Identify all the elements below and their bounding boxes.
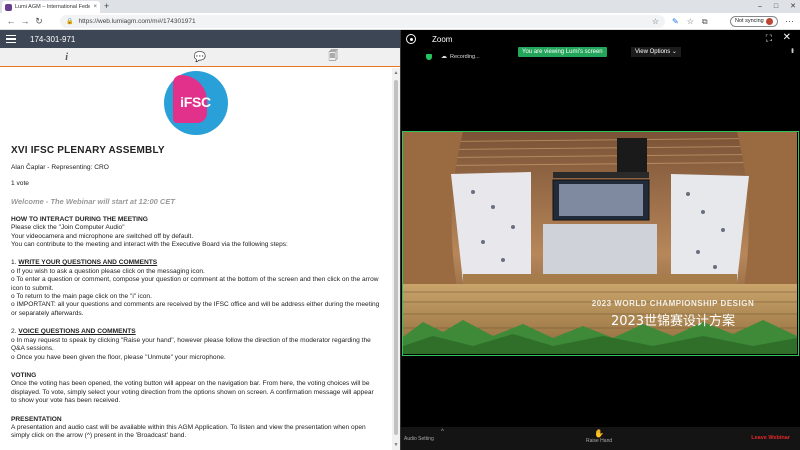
maximize-icon[interactable]: □	[774, 0, 778, 13]
raise-hand-button[interactable]: ✋ Raise Hand	[586, 429, 612, 444]
lock-icon: 🔒	[66, 19, 74, 25]
back-arrow-icon[interactable]: ←	[4, 16, 18, 26]
close-tab-icon[interactable]: ×	[93, 4, 97, 10]
documents-tab-icon[interactable]: 🗐	[267, 48, 400, 66]
minimize-icon[interactable]: –	[758, 0, 762, 13]
presentation-text: A presentation and audio cast will be av…	[11, 423, 366, 440]
broadcast-icon	[406, 34, 416, 44]
voting-heading: VOTING	[11, 371, 37, 379]
extension-icon[interactable]: ✎	[672, 15, 679, 28]
section-2-heading: 2. VOICE QUESTIONS AND COMMENTS	[11, 328, 380, 336]
new-tab-button[interactable]: +	[104, 0, 109, 13]
url-path: web.lumiagm.com/m#/174301971	[98, 18, 196, 25]
info-tab-icon[interactable]: i	[0, 48, 133, 66]
logo-text: iFSC	[180, 94, 211, 110]
zoom-title: Zoom	[432, 34, 453, 44]
voting-text: Once the voting has been opened, the vot…	[11, 380, 374, 405]
lumi-favicon-icon	[5, 3, 12, 11]
how-line: Your videocamera and microphone are swit…	[11, 232, 194, 240]
fullscreen-icon[interactable]: ⛶	[766, 33, 772, 44]
url-text: https://web.lumiagm.com/m#/174301971	[78, 18, 195, 25]
section-2-title: VOICE QUESTIONS AND COMMENTS	[18, 328, 136, 336]
zoom-footer: ^ Audio Setting ✋ Raise Hand Leave Webin…	[401, 427, 800, 450]
share-caption-english: 2023 WORLD CHAMPIONSHIP DESIGN	[592, 299, 754, 308]
ifsc-logo: iFSC	[163, 71, 228, 135]
scrollbar-thumb[interactable]	[394, 80, 398, 435]
star-bookmark-icon[interactable]: ☆	[652, 17, 659, 26]
how-line: You can contribute to the meeting and in…	[11, 241, 288, 249]
messaging-tab-icon[interactable]: 💬	[133, 48, 266, 66]
section-1-line: o If you wish to ask a question please c…	[11, 267, 205, 275]
profile-avatar-icon	[765, 18, 773, 25]
recording-label: Recording...	[450, 53, 480, 60]
section-1-line: o To return to the main page click on th…	[11, 293, 152, 301]
section-1-heading: 1. WRITE YOUR QUESTIONS AND COMMENTS	[11, 259, 380, 267]
close-window-icon[interactable]: ✕	[790, 0, 796, 13]
view-options-label: View Options	[635, 49, 671, 55]
raise-hand-label: Raise Hand	[586, 438, 613, 444]
user-representing: Alan Čaplar - Representing: CRO	[11, 164, 109, 171]
presentation-heading: PRESENTATION	[11, 415, 62, 423]
meeting-id: 174-301-971	[30, 34, 76, 44]
browser-tab[interactable]: Lumi AGM – International Feder ×	[2, 1, 100, 13]
scroll-up-icon[interactable]: ▲	[392, 70, 400, 76]
welcome-text: Welcome - The Webinar will start at 12:0…	[11, 196, 175, 206]
close-zoom-icon[interactable]: ✕	[783, 32, 791, 43]
window-controls: – □ ✕	[758, 0, 796, 13]
reload-icon[interactable]: ↻	[32, 16, 46, 27]
zoom-pane: Zoom ⛶ ✕ ☁ Recording... You are viewing …	[400, 30, 800, 450]
how-line: Please click the "Join Computer Audio"	[11, 224, 125, 232]
url-prefix: https://	[78, 18, 98, 25]
scroll-down-icon[interactable]: ▼	[392, 442, 400, 448]
section-2-line: o In may request to speak by clicking "R…	[11, 336, 371, 353]
toolbar-icons: ✎ ☆ ⧉	[672, 15, 708, 28]
arena-rendering: 2023 WORLD CHAMPIONSHIP DESIGN 2023世锦赛设计…	[403, 132, 797, 354]
favorites-icon[interactable]: ☆	[687, 15, 694, 28]
zoom-header: Zoom ⛶ ✕	[401, 30, 800, 48]
security-shield-icon	[426, 54, 432, 60]
lumi-pane: 174-301-971 i 💬 🗐 iFSC XVI IFSC PLENARY …	[0, 30, 400, 450]
section-1-title: WRITE YOUR QUESTIONS AND COMMENTS	[18, 259, 158, 267]
collections-icon[interactable]: ⧉	[702, 15, 708, 28]
section-1-line: o IMPORTANT: all your questions and comm…	[11, 301, 380, 317]
section-2-line: o Once you have been given the floor, pl…	[11, 353, 226, 361]
browser-tab-title: Lumi AGM – International Feder	[15, 4, 91, 10]
info-content: iFSC XVI IFSC PLENARY ASSEMBLY Alan Čapl…	[0, 68, 392, 450]
lumi-header: 174-301-971	[0, 30, 400, 48]
not-syncing-label: Not syncing	[735, 18, 764, 24]
browser-toolbar: ← → ↻ 🔒 https://web.lumiagm.com/m#/17430…	[0, 13, 800, 30]
view-options-button[interactable]: View Options ⌄	[631, 47, 681, 57]
browser-tab-bar: Lumi AGM – International Feder × + – □ ✕	[0, 0, 800, 13]
shared-screen: 2023 WORLD CHAMPIONSHIP DESIGN 2023世锦赛设计…	[402, 131, 799, 356]
leave-webinar-button[interactable]: Leave Webinar	[751, 435, 790, 441]
section-1-line: o To enter a question or comment, compos…	[11, 276, 379, 292]
viewing-screen-banner: You are viewing Lumi's screen	[518, 47, 607, 57]
lumi-nav-tabs: i 💬 🗐	[0, 48, 400, 67]
share-caption-chinese: 2023世锦赛设计方案	[611, 313, 735, 329]
hamburger-menu-icon[interactable]	[6, 34, 16, 44]
cloud-record-icon: ☁	[441, 54, 447, 60]
more-menu-icon[interactable]: ⋯	[785, 15, 794, 28]
content-scrollbar[interactable]: ▲ ▼	[392, 68, 400, 450]
recording-indicator: ☁ Recording...	[441, 53, 480, 61]
zoom-status-bar: ☁ Recording... You are viewing Lumi's sc…	[401, 47, 800, 62]
address-bar[interactable]: 🔒 https://web.lumiagm.com/m#/174301971 ☆	[60, 15, 665, 28]
audio-settings-button[interactable]: Audio Setting	[404, 436, 434, 442]
hand-icon: ✋	[594, 429, 605, 438]
forward-arrow-icon[interactable]: →	[18, 16, 32, 26]
how-to-heading: HOW TO INTERACT DURING THE MEETING	[11, 215, 148, 223]
chevron-down-icon: ⌄	[671, 49, 677, 55]
vote-count: 1 vote	[11, 180, 29, 188]
audio-caret-icon[interactable]: ^	[441, 429, 444, 435]
page-title: XVI IFSC PLENARY ASSEMBLY	[11, 145, 165, 156]
more-options-icon[interactable]: •••	[788, 48, 795, 52]
not-syncing-button[interactable]: Not syncing	[730, 16, 778, 27]
